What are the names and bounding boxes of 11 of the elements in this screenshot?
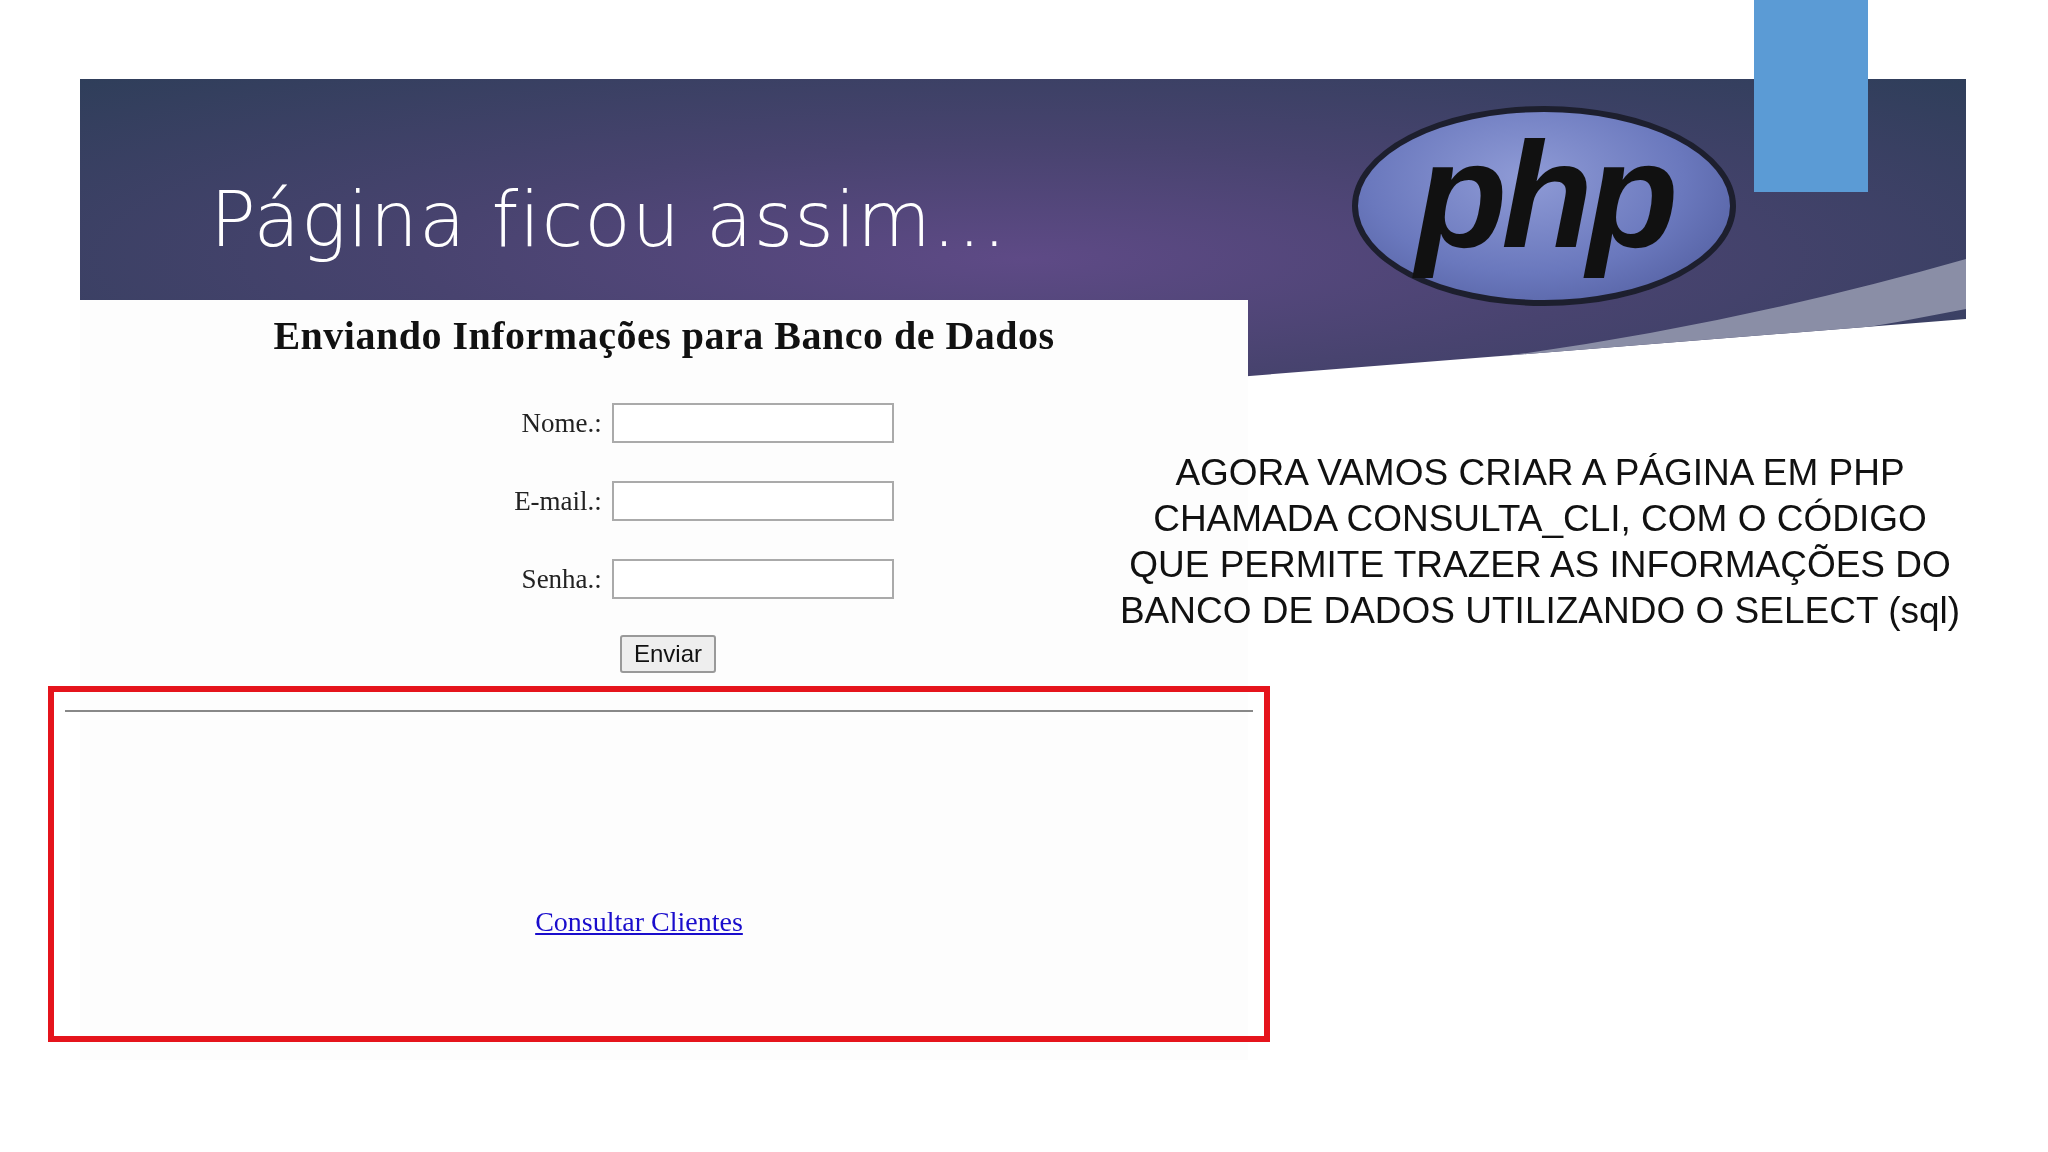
submit-button[interactable]: Enviar (620, 635, 716, 673)
note-text: AGORA VAMOS CRIAR A PÁGINA EM PHP CHAMADA CONSULTA_CLI, COM O CÓDIGO QUE PERMITE TRAZER AS INFORMAÇÕES DO BANCO DE DADOS UTILIZANDO O SELECT (sql) (1118, 451, 1962, 633)
input-field[interactable] (611, 481, 894, 521)
link[interactable]: Consultar Clientes (535, 906, 743, 937)
field-label: Senha.: (521, 563, 602, 595)
page-heading: Enviando Informações para Banco de Dados (273, 312, 1055, 359)
input-field[interactable] (611, 559, 894, 599)
input-field[interactable] (611, 403, 894, 443)
field-label: E-mail.: (514, 485, 602, 517)
slide-title: Página ficou assim... (210, 175, 1008, 264)
field-label: Nome.: (521, 407, 602, 439)
